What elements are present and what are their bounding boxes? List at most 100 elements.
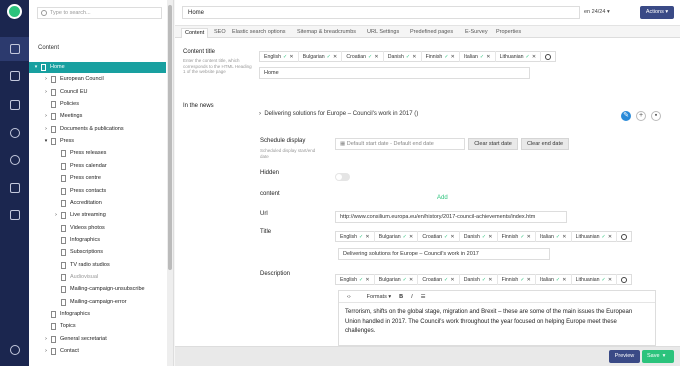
language-pager[interactable]: en 24/24 ▾ [584, 9, 610, 15]
language-tab[interactable]: Croatian ✓ ✕ [418, 231, 460, 242]
tree-item[interactable]: Videos photos [29, 223, 166, 234]
description-editor[interactable]: ‹› Formats ▾ B I ☰ Terrorism, shifts on … [338, 290, 656, 346]
language-tab[interactable]: Italian ✓ ✕ [536, 231, 572, 242]
collapsed-caret-icon[interactable]: › [43, 74, 49, 85]
remove-icon[interactable]: ✕ [562, 277, 566, 283]
tree-scrollbar[interactable] [167, 0, 173, 366]
tree-item[interactable]: Press calendar [29, 161, 166, 172]
server-nav-icon[interactable] [0, 203, 29, 227]
tree-item[interactable]: › European Council [29, 74, 166, 85]
url-input[interactable]: http://www.consilium.europa.eu/en/histor… [335, 211, 567, 223]
tree-item[interactable]: Accreditation [29, 198, 166, 209]
language-tab[interactable]: Danish ✓ ✕ [460, 274, 498, 285]
remove-icon[interactable]: ✕ [365, 277, 369, 283]
collapsed-caret-icon[interactable]: › [53, 210, 59, 221]
globe-icon[interactable] [621, 276, 628, 283]
tree-item[interactable]: › Live streaming [29, 210, 166, 221]
tab-properties[interactable]: Properties [493, 28, 524, 38]
globe-icon[interactable] [545, 53, 552, 60]
tree-item[interactable]: ▾ Home [29, 62, 166, 73]
remove-icon[interactable]: ✕ [450, 277, 454, 283]
content-title-input[interactable]: Home [259, 67, 530, 79]
remove-icon[interactable]: ✕ [365, 234, 369, 240]
tree-item[interactable]: › Meetings [29, 111, 166, 122]
forms-nav-icon[interactable] [0, 176, 29, 200]
language-tab[interactable]: Italian ✓ ✕ [460, 51, 496, 62]
add-content-link[interactable]: Add [437, 195, 448, 201]
tree-item[interactable]: › Documents & publications [29, 124, 166, 135]
gear-nav-icon[interactable] [0, 121, 29, 145]
collapsed-caret-icon[interactable]: › [43, 346, 49, 357]
language-tab[interactable]: Italian ✓ ✕ [536, 274, 572, 285]
expanded-caret-icon[interactable]: ▾ [43, 136, 49, 147]
hidden-toggle[interactable] [335, 173, 350, 181]
remove-icon[interactable]: ✕ [409, 277, 413, 283]
remove-icon[interactable]: ✕ [333, 54, 337, 60]
remove-icon[interactable]: ✕ [608, 234, 612, 240]
collapsed-caret-icon[interactable]: › [43, 87, 49, 98]
tree-item[interactable]: Mailing-campaign-error [29, 297, 166, 308]
remove-icon[interactable]: ✕ [289, 54, 293, 60]
language-tab[interactable]: Croatian ✓ ✕ [342, 51, 384, 62]
description-text[interactable]: Terrorism, shifts on the global stage, m… [345, 308, 647, 337]
delete-icon[interactable]: ▪ [651, 111, 661, 121]
language-tab[interactable]: Danish ✓ ✕ [384, 51, 422, 62]
language-tab[interactable]: English ✓ ✕ [336, 231, 375, 242]
language-tab[interactable]: Danish ✓ ✕ [460, 231, 498, 242]
tree-search-input[interactable]: Type to search... [37, 7, 162, 19]
remove-icon[interactable]: ✕ [532, 54, 536, 60]
collapsed-caret-icon[interactable]: › [43, 111, 49, 122]
edit-icon[interactable]: ✎ [621, 111, 631, 121]
italic-button[interactable]: I [411, 294, 413, 300]
language-tab[interactable]: Bulgarian ✓ ✕ [375, 231, 419, 242]
clear-end-date-button[interactable]: Clear end date [521, 138, 569, 150]
clear-start-date-button[interactable]: Clear start date [468, 138, 518, 150]
tree-item[interactable]: Press releases [29, 148, 166, 159]
add-icon[interactable]: + [636, 111, 646, 121]
user-nav-icon[interactable] [0, 148, 29, 172]
node-name-input[interactable]: Home [182, 6, 580, 19]
language-tab[interactable]: Bulgarian ✓ ✕ [375, 274, 419, 285]
wrench-nav-icon[interactable] [0, 93, 29, 117]
tree-item[interactable]: Infographics [29, 235, 166, 246]
tab-elastic-search[interactable]: Elastic search options [229, 28, 289, 38]
tree-item[interactable]: Press contacts [29, 186, 166, 197]
remove-icon[interactable]: ✕ [374, 54, 378, 60]
save-button[interactable]: Save ▾ [642, 350, 674, 363]
help-nav-icon[interactable] [0, 338, 29, 362]
language-tab[interactable]: Lithuanian ✓ ✕ [572, 231, 618, 242]
remove-icon[interactable]: ✕ [608, 277, 612, 283]
remove-icon[interactable]: ✕ [450, 234, 454, 240]
remove-icon[interactable]: ✕ [527, 277, 531, 283]
tree-item[interactable]: Topics [29, 321, 166, 332]
bold-button[interactable]: B [399, 294, 403, 300]
remove-icon[interactable]: ✕ [412, 54, 416, 60]
tree-item[interactable]: ▾ Press [29, 136, 166, 147]
app-logo[interactable] [7, 4, 22, 19]
language-tab[interactable]: Finnish ✓ ✕ [498, 274, 537, 285]
tab-seo[interactable]: SEO [211, 28, 229, 38]
remove-icon[interactable]: ✕ [527, 234, 531, 240]
media-nav-icon[interactable] [0, 64, 29, 88]
list-button[interactable]: ☰ [421, 294, 426, 300]
remove-icon[interactable]: ✕ [562, 234, 566, 240]
tree-item[interactable]: Audiovisual [29, 272, 166, 283]
tab-predefined-pages[interactable]: Predefined pages [407, 28, 456, 38]
title-input[interactable]: Delivering solutions for Europe – Counci… [338, 248, 550, 260]
formats-dropdown[interactable]: Formats ▾ [359, 294, 391, 300]
tab-content[interactable]: Content [181, 28, 209, 38]
tab-e-survey[interactable]: E-Survey [462, 28, 491, 38]
language-tab[interactable]: Croatian ✓ ✕ [418, 274, 460, 285]
collapsed-caret-icon[interactable]: › [43, 334, 49, 345]
expanded-caret-icon[interactable]: ▾ [33, 62, 39, 73]
language-tab[interactable]: Finnish ✓ ✕ [498, 231, 537, 242]
language-tab[interactable]: English ✓ ✕ [336, 274, 375, 285]
tree-item[interactable]: Infographics [29, 309, 166, 320]
remove-icon[interactable]: ✕ [486, 54, 490, 60]
tab-url-settings[interactable]: URL Settings [364, 28, 402, 38]
tree-item[interactable]: Subscriptions [29, 247, 166, 258]
tree-item[interactable]: › Council EU [29, 87, 166, 98]
schedule-date-input[interactable]: ▦ Default start date - Default end date [335, 138, 465, 150]
language-tab[interactable]: English ✓ ✕ [260, 51, 299, 62]
tab-sitemap[interactable]: Sitemap & breadcrumbs [294, 28, 359, 38]
